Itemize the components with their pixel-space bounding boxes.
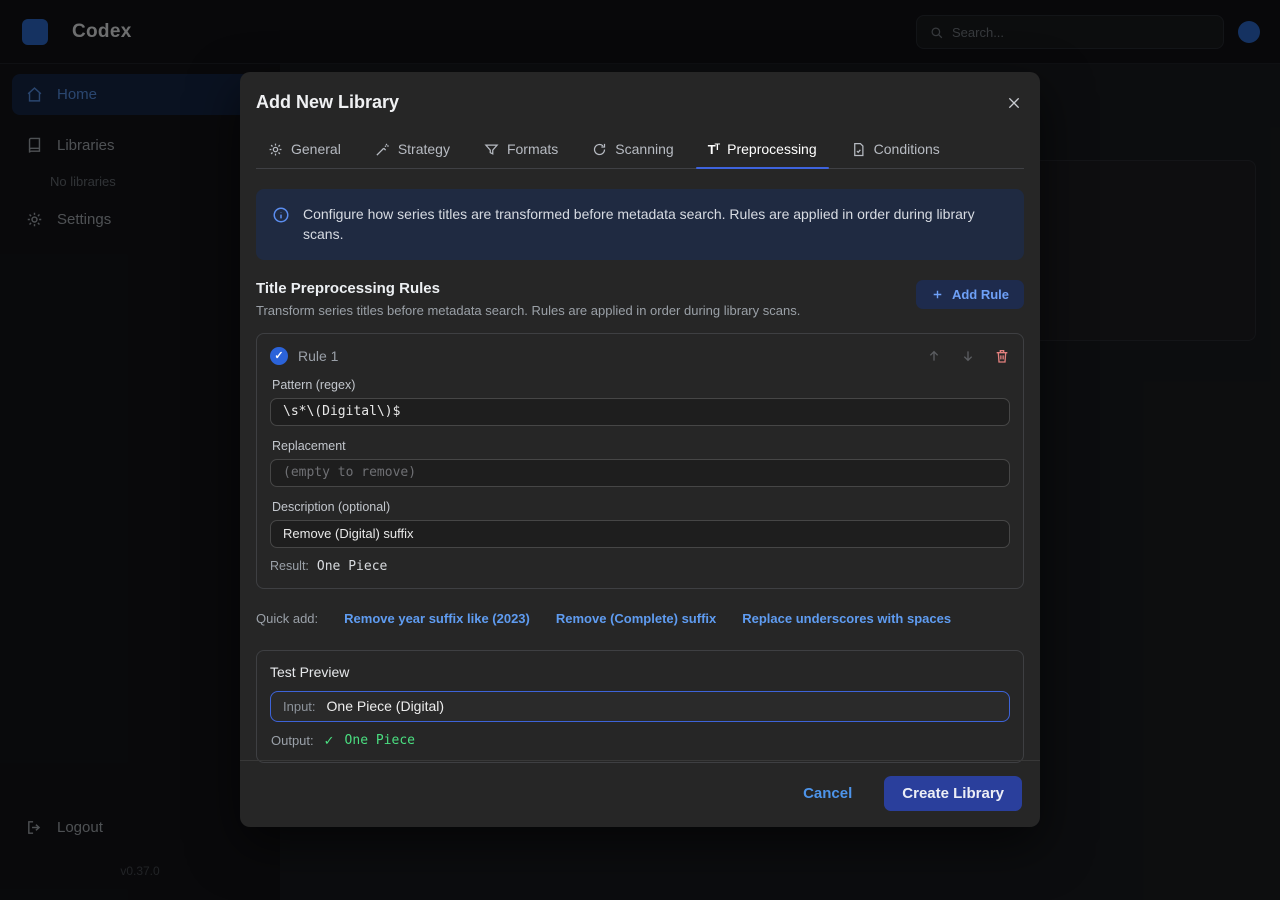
tab-general[interactable]: General <box>256 133 353 168</box>
info-icon <box>272 206 290 224</box>
cancel-button[interactable]: Cancel <box>803 785 852 802</box>
add-rule-button[interactable]: Add Rule <box>916 280 1024 309</box>
tab-scanning[interactable]: Scanning <box>580 133 685 168</box>
test-input-field[interactable] <box>327 698 997 714</box>
test-preview-title: Test Preview <box>270 664 1010 680</box>
tab-label: Formats <box>507 141 558 157</box>
test-input-wrapper[interactable]: Input: <box>270 691 1010 722</box>
quick-add-label: Quick add: <box>256 611 318 626</box>
add-rule-label: Add Rule <box>952 287 1009 302</box>
result-label: Result: <box>270 559 309 573</box>
plus-icon <box>931 288 944 301</box>
check-icon: ✓ <box>324 733 335 749</box>
tab-formats[interactable]: Formats <box>472 133 570 168</box>
create-library-button[interactable]: Create Library <box>884 776 1022 811</box>
tab-label: Scanning <box>615 141 673 157</box>
test-output-value: One Piece <box>345 733 415 748</box>
rule-name: Rule 1 <box>298 348 338 364</box>
description-input[interactable] <box>270 520 1010 548</box>
tab-conditions[interactable]: Conditions <box>839 133 952 168</box>
rule-card: ✓ Rule 1 Pattern (regex) Replacement Des… <box>256 333 1024 589</box>
description-label: Description (optional) <box>272 500 1008 514</box>
quick-add-complete-suffix[interactable]: Remove (Complete) suffix <box>556 611 716 626</box>
tab-strategy[interactable]: Strategy <box>363 133 462 168</box>
gear-icon <box>268 142 283 157</box>
rule-enabled-checkbox[interactable]: ✓ <box>270 347 288 365</box>
test-input-label: Input: <box>283 699 316 714</box>
refresh-icon <box>592 142 607 157</box>
delete-rule-icon[interactable] <box>994 348 1010 364</box>
modal-tabs: General Strategy Formats Scanning TT Pre… <box>256 133 1024 169</box>
tab-label: Strategy <box>398 141 450 157</box>
modal-title: Add New Library <box>256 92 399 113</box>
tab-preprocessing[interactable]: TT Preprocessing <box>696 133 829 168</box>
move-up-icon[interactable] <box>926 348 942 364</box>
funnel-icon <box>484 142 499 157</box>
tab-label: Preprocessing <box>727 141 817 157</box>
move-down-icon[interactable] <box>960 348 976 364</box>
test-preview-card: Test Preview Input: Output: ✓ One Piece <box>256 650 1024 763</box>
pattern-label: Pattern (regex) <box>272 378 1008 392</box>
add-library-modal: Add New Library General Strategy Formats <box>240 72 1040 827</box>
info-banner-text: Configure how series titles are transfor… <box>303 204 993 245</box>
pattern-input[interactable] <box>270 398 1010 426</box>
section-title: Title Preprocessing Rules <box>256 280 800 297</box>
wand-icon <box>375 142 390 157</box>
test-output-label: Output: <box>271 733 314 748</box>
quick-add-row: Quick add: Remove year suffix like (2023… <box>256 611 1024 626</box>
file-check-icon <box>851 142 866 157</box>
info-banner: Configure how series titles are transfor… <box>256 189 1024 260</box>
text-transform-icon: TT <box>708 142 719 157</box>
result-value: One Piece <box>317 559 387 574</box>
quick-add-year-suffix[interactable]: Remove year suffix like (2023) <box>344 611 530 626</box>
replacement-input[interactable] <box>270 459 1010 487</box>
tab-label: General <box>291 141 341 157</box>
section-subtitle: Transform series titles before metadata … <box>256 303 800 318</box>
replacement-label: Replacement <box>272 439 1008 453</box>
tab-label: Conditions <box>874 141 940 157</box>
quick-add-underscores[interactable]: Replace underscores with spaces <box>742 611 951 626</box>
close-icon[interactable] <box>1006 95 1022 111</box>
